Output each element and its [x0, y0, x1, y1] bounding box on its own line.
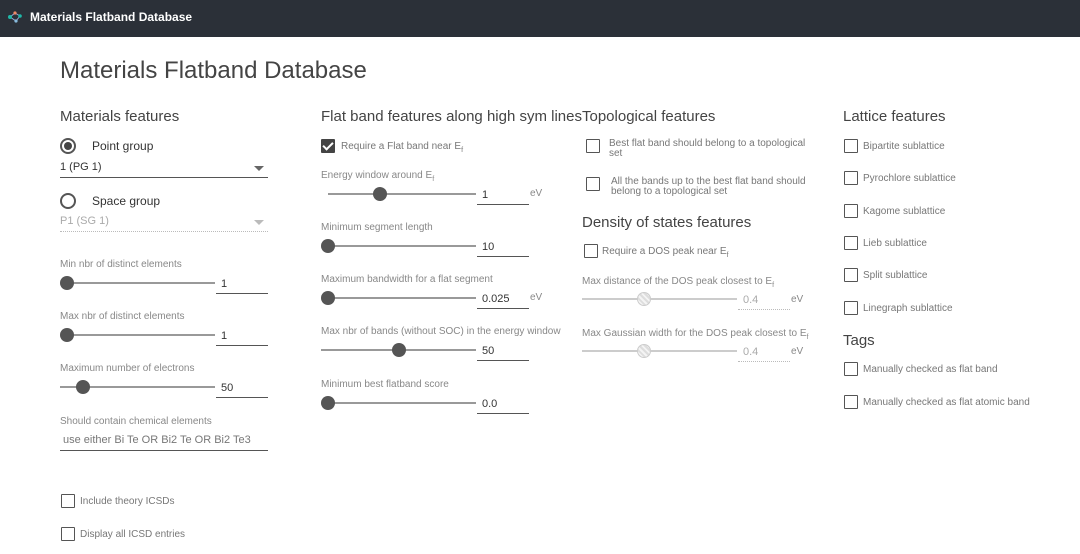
min-score-label: Minimum best flatband score: [321, 379, 449, 390]
best-flat-topo-label: Best flat band should belong to a topolo…: [609, 138, 806, 159]
best-flat-topo-checkbox[interactable]: [586, 139, 600, 153]
min-elements-slider[interactable]: [60, 276, 215, 290]
max-distance-unit: eV: [791, 294, 804, 305]
max-distance-slider[interactable]: [582, 292, 737, 306]
min-score-input[interactable]: 0.0: [477, 395, 529, 414]
point-group-select[interactable]: 1 (PG 1): [60, 158, 268, 178]
require-dos-label: Require a DOS peak near Ef: [602, 246, 729, 260]
flatband-features-title: Flat band features along high sym lines: [321, 108, 582, 125]
space-group-select[interactable]: P1 (SG 1): [60, 212, 268, 232]
chevron-down-icon: [254, 166, 264, 171]
min-score-slider[interactable]: [321, 396, 476, 410]
max-distance-input[interactable]: 0.4: [738, 291, 790, 310]
lattice-features-title: Lattice features: [843, 108, 946, 125]
top-bar: Materials Flatband Database: [0, 0, 1080, 37]
lattice-label-pyrochlore: Pyrochlore sublattice: [863, 173, 956, 184]
min-elements-input[interactable]: 1: [216, 275, 268, 294]
slider-thumb[interactable]: [372, 187, 387, 201]
space-group-value: P1 (SG 1): [60, 215, 109, 227]
max-electrons-label: Maximum number of electrons: [60, 363, 195, 374]
energy-window-input[interactable]: 1: [477, 186, 529, 205]
max-bands-input[interactable]: 50: [477, 342, 529, 361]
tag-checkbox-flat-atomic-band[interactable]: [844, 395, 858, 409]
point-group-value: 1 (PG 1): [60, 161, 102, 173]
max-electrons-input[interactable]: 50: [216, 379, 268, 398]
require-flatband-label: Require a Flat band near Ef: [341, 141, 464, 155]
lattice-label-kagome: Kagome sublattice: [863, 206, 946, 217]
slider-thumb[interactable]: [637, 344, 651, 358]
display-all-label: Display all ICSD entries: [80, 529, 186, 540]
energy-window-slider[interactable]: [328, 187, 476, 201]
min-segment-input[interactable]: 10: [477, 238, 529, 257]
slider-thumb[interactable]: [321, 396, 335, 410]
max-gauss-unit: eV: [791, 346, 804, 357]
lattice-checkbox-bipartite[interactable]: [844, 139, 858, 153]
chem-elements-input[interactable]: use either Bi Te OR Bi2 Te OR Bi2 Te3: [60, 431, 268, 451]
include-theory-label: Include theory ICSDs: [80, 496, 175, 507]
max-distance-label: Max distance of the DOS peak closest to …: [582, 276, 775, 289]
require-flatband-checkbox[interactable]: [321, 139, 335, 153]
materials-features-title: Materials features: [60, 108, 180, 125]
page-title: Materials Flatband Database: [60, 57, 367, 84]
slider-thumb[interactable]: [60, 328, 74, 342]
all-bands-topo-checkbox[interactable]: [586, 177, 600, 191]
dos-features-title: Density of states features: [582, 214, 752, 231]
space-group-radio[interactable]: [60, 193, 76, 209]
slider-thumb[interactable]: [60, 276, 74, 290]
max-bands-slider[interactable]: [321, 343, 476, 357]
slider-thumb[interactable]: [391, 343, 406, 357]
lattice-label-lieb: Lieb sublattice: [863, 238, 927, 249]
max-bandwidth-input[interactable]: 0.025: [477, 290, 529, 309]
point-group-label: Point group: [92, 139, 154, 153]
max-bandwidth-slider[interactable]: [321, 291, 476, 305]
max-electrons-slider[interactable]: [60, 380, 215, 394]
chem-elements-label: Should contain chemical elements: [60, 416, 212, 427]
min-segment-slider[interactable]: [321, 239, 476, 253]
slider-thumb[interactable]: [637, 292, 651, 306]
lattice-label-split: Split sublattice: [863, 270, 928, 281]
all-bands-topo-label: All the bands up to the best flat band s…: [611, 176, 806, 197]
app-title: Materials Flatband Database: [30, 10, 193, 24]
lattice-label-linegraph: Linegraph sublattice: [863, 303, 953, 314]
space-group-label: Space group: [92, 194, 161, 208]
tag-checkbox-flat-band[interactable]: [844, 362, 858, 376]
max-bands-label: Max nbr of bands (without SOC) in the en…: [321, 326, 561, 337]
max-elements-input[interactable]: 1: [216, 327, 268, 346]
slider-thumb[interactable]: [76, 380, 91, 394]
network-logo-icon: [8, 11, 22, 23]
max-bandwidth-unit: eV: [530, 292, 543, 303]
lattice-label-bipartite: Bipartite sublattice: [863, 141, 945, 152]
energy-window-unit: eV: [530, 188, 543, 199]
tag-label-flat-atomic-band: Manually checked as flat atomic band: [863, 397, 1030, 408]
include-theory-checkbox[interactable]: [61, 494, 75, 508]
max-gauss-label: Max Gaussian width for the DOS peak clos…: [582, 328, 809, 341]
slider-thumb[interactable]: [321, 291, 335, 305]
lattice-checkbox-pyrochlore[interactable]: [844, 171, 858, 185]
topological-features-title: Topological features: [582, 108, 716, 125]
lattice-checkbox-lieb[interactable]: [844, 236, 858, 250]
min-segment-label: Minimum segment length: [321, 222, 433, 233]
require-dos-checkbox[interactable]: [584, 244, 598, 258]
max-elements-label: Max nbr of distinct elements: [60, 311, 185, 322]
lattice-checkbox-split[interactable]: [844, 268, 858, 282]
lattice-checkbox-kagome[interactable]: [844, 204, 858, 218]
tag-label-flat-band: Manually checked as flat band: [863, 364, 998, 375]
chevron-down-icon: [254, 220, 264, 225]
max-gauss-input[interactable]: 0.4: [738, 343, 790, 362]
tags-title: Tags: [843, 332, 875, 349]
slider-thumb[interactable]: [321, 239, 335, 253]
point-group-radio[interactable]: [60, 138, 76, 154]
min-elements-label: Min nbr of distinct elements: [60, 259, 182, 270]
max-elements-slider[interactable]: [60, 328, 215, 342]
lattice-checkbox-linegraph[interactable]: [844, 301, 858, 315]
max-gauss-slider[interactable]: [582, 344, 737, 358]
max-bandwidth-label: Maximum bandwidth for a flat segment: [321, 274, 493, 285]
energy-window-label: Energy window around Ef: [321, 170, 435, 183]
display-all-checkbox[interactable]: [61, 527, 75, 541]
